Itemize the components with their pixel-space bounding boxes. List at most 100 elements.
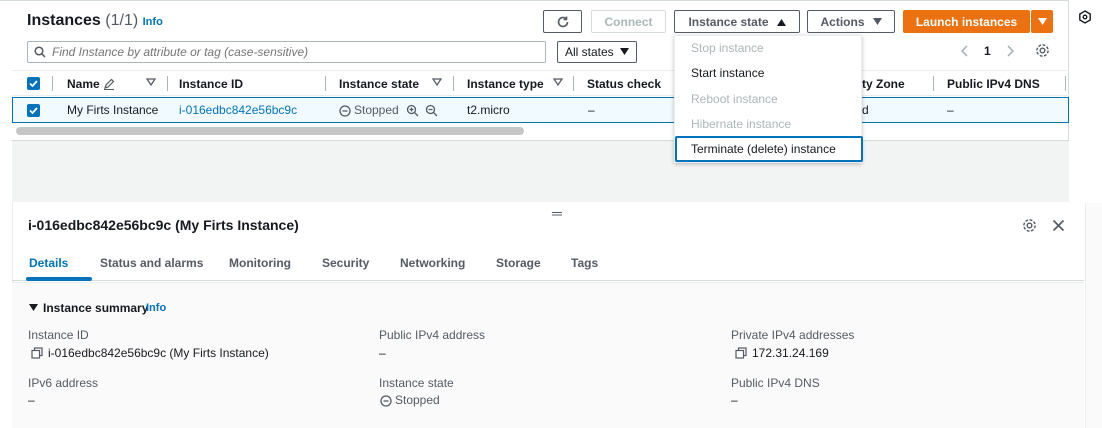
row-checkbox[interactable] — [27, 104, 40, 117]
field-value-private-ipv4: 172.31.24.169 — [752, 346, 829, 360]
sort-icon[interactable] — [432, 77, 442, 87]
search-box — [27, 41, 546, 63]
connect-button[interactable]: Connect — [591, 10, 666, 33]
column-header-public-dns[interactable]: Public IPv4 DNS — [947, 77, 1040, 91]
instance-state-button[interactable]: Instance state — [674, 10, 800, 33]
field-label-instance-state: Instance state — [379, 376, 454, 390]
field-label-public-ipv4: Public IPv4 address — [379, 328, 486, 342]
field-label-public-dns: Public IPv4 DNS — [731, 376, 820, 390]
copy-icon[interactable] — [735, 347, 747, 359]
info-link[interactable]: Info — [143, 16, 163, 28]
field-value-ipv6: – — [28, 393, 35, 407]
column-divider — [325, 76, 326, 91]
menu-item-reboot-instance[interactable]: Reboot instance — [691, 92, 778, 106]
sort-icon[interactable] — [553, 77, 563, 87]
tab-security[interactable]: Security — [322, 256, 369, 270]
details-tabs: Details Status and alarms Monitoring Sec… — [12, 247, 1084, 281]
stopped-icon — [339, 105, 351, 117]
cell-state: Stopped — [354, 103, 399, 117]
cell-instance-id-link[interactable]: i-016edbc842e56bc9c — [179, 103, 297, 117]
field-value-instance-state: Stopped — [395, 393, 440, 407]
column-divider — [573, 76, 574, 91]
tab-monitoring[interactable]: Monitoring — [229, 256, 291, 270]
zoom-in-icon[interactable] — [406, 104, 419, 117]
gear-icon[interactable] — [1022, 218, 1037, 233]
menu-item-start-instance[interactable]: Start instance — [691, 66, 764, 80]
caret-down-icon — [620, 48, 629, 55]
column-header-name[interactable]: Name — [67, 77, 100, 91]
gear-icon[interactable] — [1035, 43, 1050, 58]
sort-icon[interactable] — [146, 77, 156, 87]
search-icon — [34, 46, 46, 58]
check-icon — [29, 80, 38, 88]
chevron-right-icon[interactable] — [1005, 44, 1015, 58]
edit-icon — [104, 78, 115, 90]
state-filter-value: All states — [565, 45, 614, 59]
menu-item-hibernate-instance[interactable]: Hibernate instance — [691, 117, 791, 131]
field-value-public-dns: – — [731, 393, 738, 407]
column-header-instance-type[interactable]: Instance type — [467, 77, 544, 91]
column-divider — [1065, 76, 1066, 91]
caret-down-icon — [1037, 17, 1047, 25]
check-icon — [29, 107, 38, 115]
table-empty-area — [12, 140, 1069, 202]
caret-down-icon[interactable] — [29, 304, 38, 312]
column-divider — [52, 76, 53, 91]
summary-heading[interactable]: Instance summary — [43, 301, 148, 315]
launch-dropdown-button[interactable] — [1031, 10, 1053, 33]
column-divider — [933, 76, 934, 91]
launch-label: Launch instances — [915, 14, 1018, 29]
actions-button[interactable]: Actions — [807, 10, 895, 33]
tab-networking[interactable]: Networking — [400, 256, 465, 270]
column-header-status-check[interactable]: Status check — [587, 77, 661, 91]
cell-name: My Firts Instance — [67, 103, 159, 117]
field-label-instance-id: Instance ID — [28, 328, 89, 342]
cell-availability-zone: d — [862, 103, 869, 117]
field-label-ipv6: IPv6 address — [28, 376, 99, 390]
cell-type: t2.micro — [467, 103, 510, 117]
field-label-private-ipv4: Private IPv4 addresses — [731, 328, 855, 342]
tab-details[interactable]: Details — [29, 256, 68, 270]
details-title: i-016edbc842e56bc9c (My Firts Instance) — [28, 217, 299, 233]
launch-instances-button[interactable]: Launch instances — [903, 10, 1030, 33]
column-header-instance-state[interactable]: Instance state — [339, 77, 419, 91]
tab-status-and-alarms[interactable]: Status and alarms — [100, 256, 203, 270]
menu-item-stop-instance[interactable]: Stop instance — [691, 41, 764, 55]
state-filter-select[interactable]: All states — [557, 41, 637, 63]
field-value-public-ipv4: – — [379, 346, 386, 360]
search-input[interactable] — [52, 45, 532, 59]
table-row[interactable]: My Firts Instance i-016edbc842e56bc9c St… — [12, 97, 1069, 123]
refresh-icon — [557, 16, 568, 27]
tab-tags[interactable]: Tags — [571, 256, 598, 270]
horizontal-scrollbar[interactable] — [16, 127, 524, 135]
table-header: Name Instance ID Instance state Instance… — [12, 70, 1069, 96]
column-header-instance-id[interactable]: Instance ID — [179, 77, 243, 91]
settings-hex-icon[interactable] — [1078, 10, 1092, 24]
copy-icon[interactable] — [31, 347, 43, 359]
instance-count: (1/1) — [105, 12, 139, 29]
caret-down-icon — [872, 17, 882, 25]
column-divider — [167, 76, 168, 91]
menu-item-terminate-instance[interactable]: Terminate (delete) instance — [691, 142, 836, 156]
select-all-checkbox[interactable] — [27, 77, 40, 90]
vertical-scrollbar[interactable] — [1085, 203, 1102, 428]
field-value-instance-id: i-016edbc842e56bc9c (My Firts Instance) — [48, 346, 269, 360]
column-header-availability-zone[interactable]: ty Zone — [862, 77, 905, 91]
close-icon[interactable] — [1052, 219, 1065, 232]
cell-status-check: – — [588, 103, 595, 117]
refresh-button[interactable] — [543, 10, 582, 33]
active-tab-indicator — [26, 277, 92, 281]
tab-storage[interactable]: Storage — [496, 256, 541, 270]
zoom-out-icon[interactable] — [425, 104, 438, 117]
page-number[interactable]: 1 — [984, 44, 991, 58]
resize-handle[interactable]: ═ — [552, 205, 562, 221]
instance-state-label: Instance state — [688, 14, 769, 29]
connect-label: Connect — [604, 14, 653, 29]
chevron-left-icon[interactable] — [960, 44, 970, 58]
cell-public-dns: – — [947, 103, 954, 117]
page-title-text: Instances — [27, 12, 101, 29]
stopped-icon — [380, 395, 392, 407]
summary-info-link[interactable]: Info — [146, 302, 166, 314]
instance-state-menu: Stop instance Start instance Reboot inst… — [674, 35, 863, 163]
caret-up-icon — [776, 18, 786, 26]
